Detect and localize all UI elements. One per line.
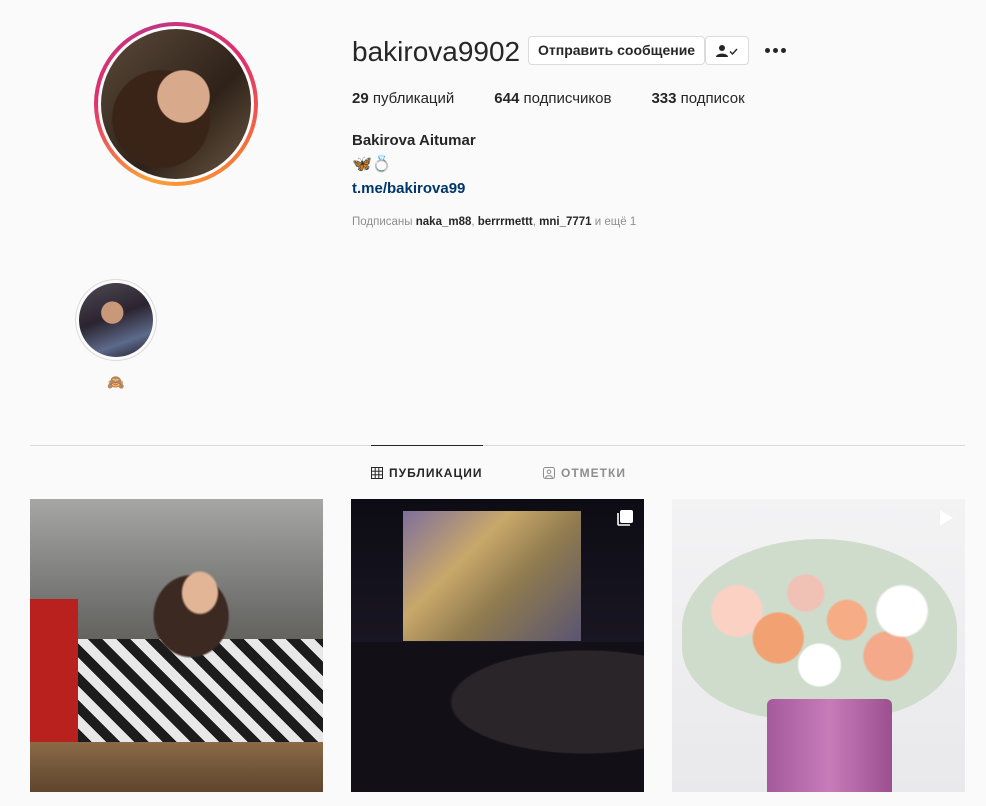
video-icon <box>940 510 953 526</box>
post-photo-detail <box>682 539 957 719</box>
send-message-button[interactable]: Отправить сообщение <box>528 36 706 65</box>
followed-by-prefix: Подписаны <box>352 216 413 228</box>
post-photo-detail <box>30 742 323 792</box>
followers-count-label: подписчиков <box>523 90 612 107</box>
user-check-icon <box>716 44 738 57</box>
story-highlight[interactable] <box>75 279 157 361</box>
profile-full-name: Bakirova Aitumar <box>352 132 476 149</box>
more-dot <box>780 47 786 53</box>
followers-link[interactable]: 644 подписчиков <box>494 90 611 107</box>
followed-by-text: Подписаны naka_m88, berrrmettt, mni_7771… <box>352 216 637 228</box>
profile-stats: 29 публикаций 644 подписчиков 333 подпис… <box>352 90 785 107</box>
followed-by-account[interactable]: berrrmettt <box>478 216 533 228</box>
highlight-label: 🙈 <box>107 374 125 390</box>
following-button[interactable] <box>705 36 749 65</box>
highlight-cover <box>79 283 153 357</box>
tabs-divider <box>30 445 965 446</box>
tab-tagged[interactable]: ОТМЕТКИ <box>543 466 626 480</box>
avatar-photo <box>101 29 251 179</box>
post-photo-detail <box>30 599 78 759</box>
profile-external-link[interactable]: t.me/bakirova99 <box>352 180 465 197</box>
posts-count-label: публикаций <box>372 90 455 107</box>
post-thumbnail[interactable] <box>351 499 644 792</box>
post-thumbnail[interactable] <box>30 499 323 792</box>
post-photo-detail <box>767 699 892 792</box>
posts-count: 29 публикаций <box>352 90 454 107</box>
posts-count-value: 29 <box>352 90 369 107</box>
tab-posts[interactable]: ПУБЛИКАЦИИ <box>371 466 482 480</box>
profile-bio: 🦋💍 <box>352 156 392 173</box>
followers-count-value: 644 <box>494 90 520 107</box>
tab-tagged-label: ОТМЕТКИ <box>561 466 626 480</box>
followed-by-account[interactable]: naka_m88 <box>416 216 472 228</box>
followed-by-account[interactable]: mni_7771 <box>539 216 591 228</box>
profile-avatar[interactable] <box>94 22 258 186</box>
more-dot <box>772 47 778 53</box>
profile-username: bakirova9902 <box>352 36 521 67</box>
more-options-button[interactable] <box>762 38 788 62</box>
following-count-label: подписок <box>680 90 745 107</box>
post-thumbnail[interactable] <box>672 499 965 792</box>
more-dots-icon <box>764 47 770 53</box>
grid-icon <box>371 467 383 479</box>
carousel-icon <box>617 510 633 526</box>
tagged-icon <box>543 467 555 479</box>
post-photo-detail <box>403 511 581 641</box>
active-tab-indicator <box>371 445 483 446</box>
tab-posts-label: ПУБЛИКАЦИИ <box>389 466 483 480</box>
avatar-border <box>98 26 254 182</box>
post-photo-detail <box>351 642 644 792</box>
following-link[interactable]: 333 подписок <box>651 90 744 107</box>
following-count-value: 333 <box>651 90 677 107</box>
followed-by-suffix[interactable]: и ещё 1 <box>595 216 636 228</box>
